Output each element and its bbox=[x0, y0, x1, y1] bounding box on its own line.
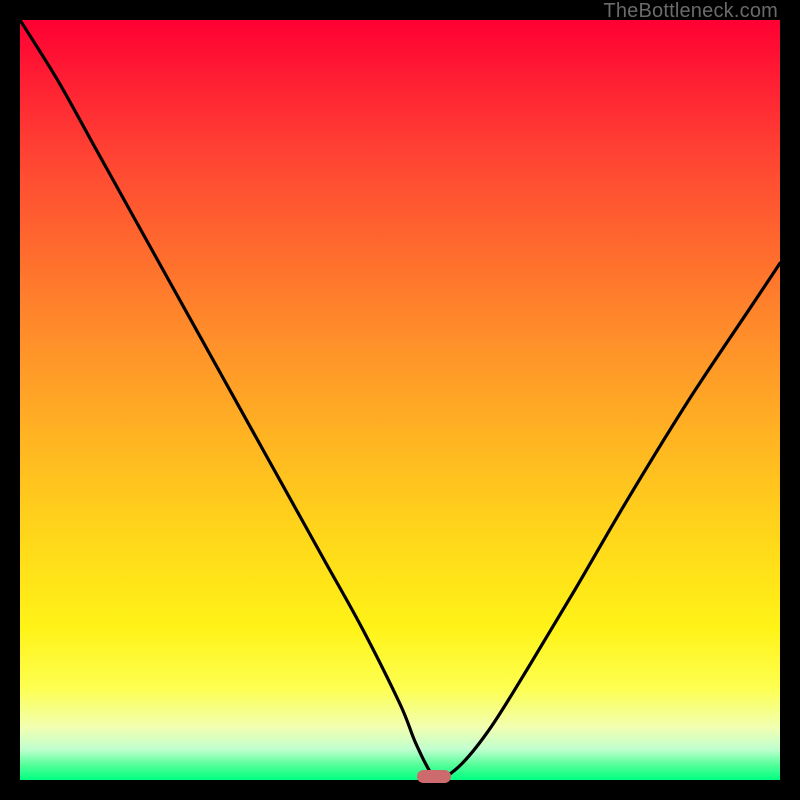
minimum-marker bbox=[417, 770, 451, 783]
chart-frame: TheBottleneck.com bbox=[0, 0, 800, 800]
plot-area bbox=[20, 20, 780, 780]
bottleneck-curve bbox=[20, 20, 780, 780]
